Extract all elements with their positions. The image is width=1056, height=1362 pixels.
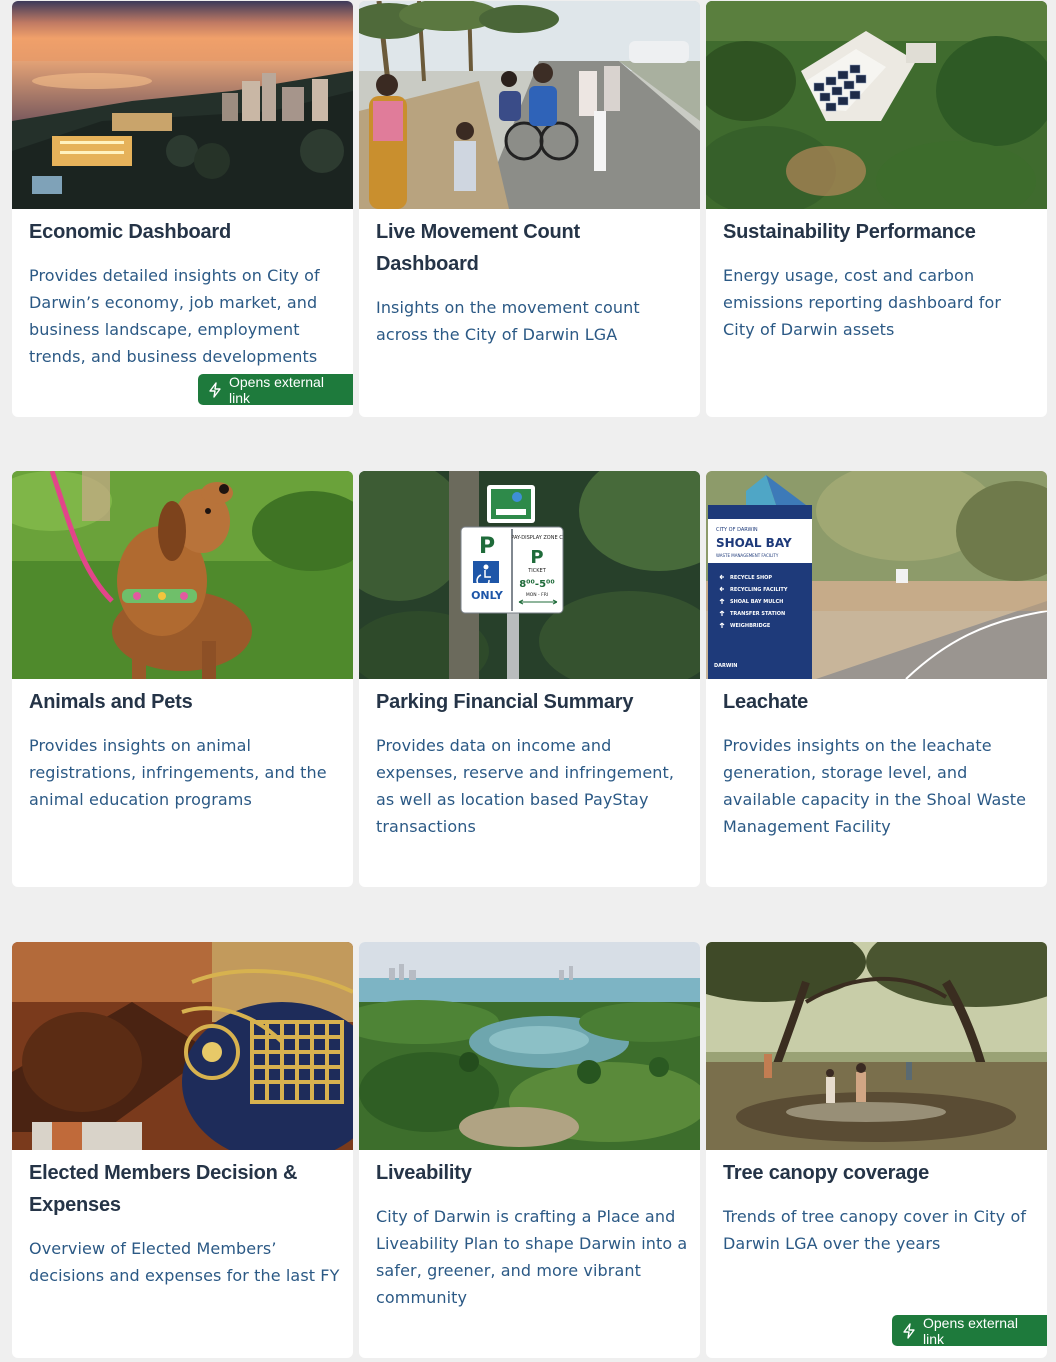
- card-live-movement-count[interactable]: Live Movement Count Dashboard Insights o…: [359, 1, 700, 417]
- cyclists-pedestrians-path-image: [359, 1, 700, 209]
- parking-sign-hours: 8⁰⁰-5⁰⁰: [519, 579, 555, 590]
- shoal-bay-sign-top: CITY OF DARWIN: [716, 527, 758, 533]
- tree-canopy-park-image: [706, 942, 1047, 1150]
- card-animals-and-pets[interactable]: Animals and Pets Provides insights on an…: [12, 471, 353, 887]
- sunset-city-aerial-image: [12, 1, 353, 209]
- shoal-bay-sign-item: WEIGHBRIDGE: [730, 623, 771, 629]
- parking-sign-ticket: TICKET: [527, 568, 546, 574]
- card-description: Energy usage, cost and carbon emissions …: [723, 266, 1002, 339]
- card-leachate[interactable]: CITY OF DARWIN SHOAL BAY WASTE MANAGEMEN…: [706, 471, 1047, 887]
- shoal-bay-sign-item: RECYCLING FACILITY: [730, 587, 788, 593]
- parking-sign-days: MON - FRI: [526, 592, 548, 598]
- shoal-bay-sign-name: SHOAL BAY: [716, 536, 792, 550]
- card-title: Animals and Pets: [29, 691, 193, 713]
- parking-sign-p-left: P: [479, 534, 495, 559]
- solar-roof-aerial-image: [706, 1, 1047, 209]
- card-description: Provides data on income and expenses, re…: [376, 736, 675, 836]
- card-title: Sustainability Performance: [723, 221, 976, 243]
- card-parking-financial-summary[interactable]: P ONLY PAY-DISPLAY ZONE C P TICKET 8⁰⁰-5…: [359, 471, 700, 887]
- parking-sign-zone: PAY-DISPLAY ZONE C: [511, 535, 563, 541]
- card-description: Provides insights on animal registration…: [29, 736, 327, 809]
- card-description: Provides insights on the leachate genera…: [723, 736, 1027, 836]
- parking-sign-only: ONLY: [471, 589, 504, 602]
- card-description: Provides detailed insights on City of Da…: [29, 266, 320, 366]
- card-title: Parking Financial Summary: [376, 691, 634, 713]
- card-description: Overview of Elected Members’ decisions a…: [29, 1239, 340, 1285]
- gavel-mace-image: [12, 942, 353, 1150]
- card-title: Economic Dashboard: [29, 221, 231, 243]
- card-elected-members[interactable]: Elected Members Decision & Expenses Over…: [12, 942, 353, 1358]
- darwin-parkland-aerial-image: [359, 942, 700, 1150]
- shoal-bay-sign-item: SHOAL BAY MULCH: [730, 599, 783, 605]
- card-description: Trends of tree canopy cover in City of D…: [723, 1207, 1027, 1253]
- shoal-bay-sign-item: RECYCLE SHOP: [730, 575, 772, 581]
- external-link-badge[interactable]: Opens external link: [198, 373, 353, 406]
- external-link-label: Opens external link: [229, 373, 324, 406]
- shoal-bay-sign-footer: DARWIN: [714, 663, 737, 669]
- lightning-icon: [901, 1322, 917, 1339]
- shoal-bay-sign-item: TRANSFER STATION: [730, 611, 785, 617]
- card-title: Leachate: [723, 691, 809, 713]
- card-title: Elected Members Decision & Expenses: [29, 1162, 298, 1216]
- parking-sign-p-right: P: [530, 547, 543, 568]
- card-economic-dashboard[interactable]: Economic Dashboard Provides detailed ins…: [12, 1, 353, 417]
- card-title: Live Movement Count Dashboard: [376, 221, 580, 275]
- shoal-bay-sign-image: CITY OF DARWIN SHOAL BAY WASTE MANAGEMEN…: [706, 471, 1047, 679]
- external-link-badge[interactable]: Opens external link: [892, 1314, 1047, 1347]
- card-title: Liveability: [376, 1162, 472, 1184]
- card-liveability[interactable]: Liveability City of Darwin is crafting a…: [359, 942, 700, 1358]
- card-sustainability-performance[interactable]: Sustainability Performance Energy usage,…: [706, 1, 1047, 417]
- lightning-icon: [207, 381, 223, 398]
- card-description: Insights on the movement count across th…: [376, 298, 640, 344]
- dachshund-dog-image: [12, 471, 353, 679]
- external-link-label: Opens external link: [923, 1314, 1018, 1347]
- parking-sign-image: P ONLY PAY-DISPLAY ZONE C P TICKET 8⁰⁰-5…: [359, 471, 700, 679]
- card-tree-canopy-coverage[interactable]: Tree canopy coverage Trends of tree cano…: [706, 942, 1047, 1358]
- card-description: City of Darwin is crafting a Place and L…: [376, 1207, 688, 1307]
- card-title: Tree canopy coverage: [723, 1162, 930, 1184]
- shoal-bay-sign-sub: WASTE MANAGEMENT FACILITY: [716, 553, 779, 558]
